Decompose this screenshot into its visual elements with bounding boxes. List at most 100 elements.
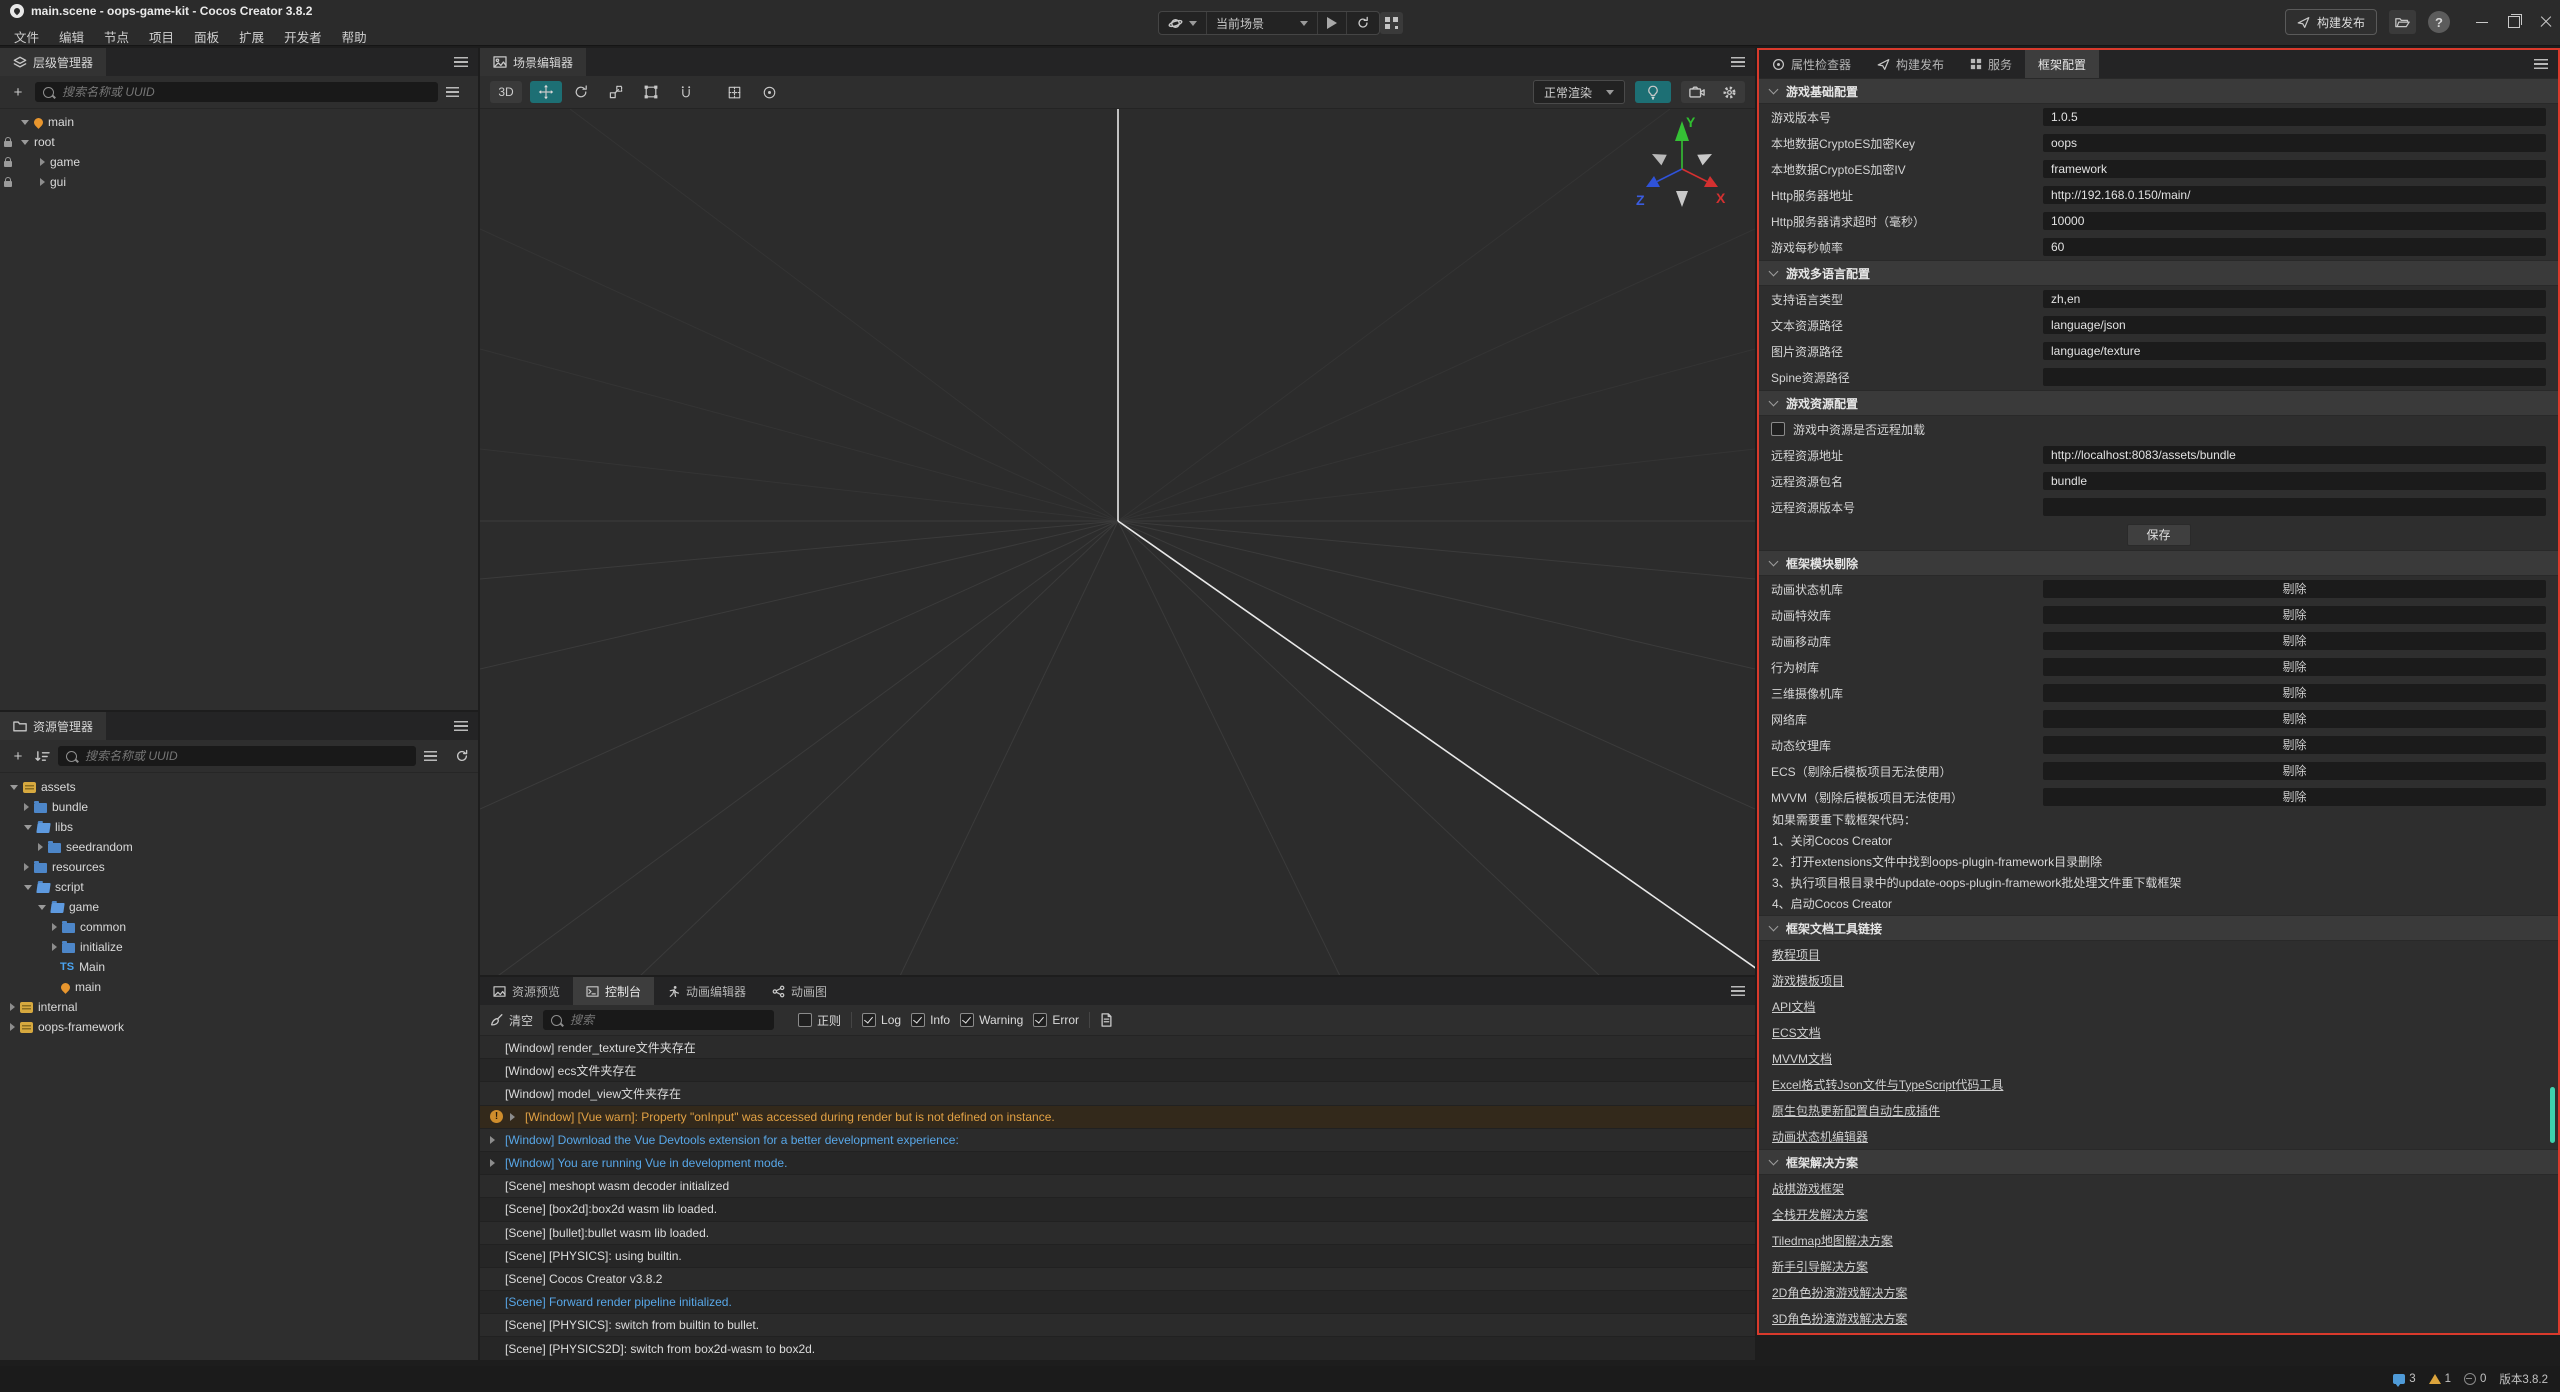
checkbox-checked-icon[interactable] <box>960 1013 974 1027</box>
log-row[interactable]: [Scene] [box2d]:box2d wasm lib loaded. <box>480 1198 1755 1221</box>
chevron-down-icon[interactable] <box>24 885 32 890</box>
filter-warning-checkbox[interactable]: Warning <box>960 1013 1023 1027</box>
section-resource-config[interactable]: 游戏资源配置 <box>1759 390 2558 416</box>
warning-counter[interactable]: 1 <box>2429 1373 2451 1385</box>
chevron-right-icon[interactable] <box>24 863 29 871</box>
scene-camera-button[interactable] <box>1681 81 1713 103</box>
scrollbar-thumb[interactable] <box>2550 1087 2555 1143</box>
asset-node-bundle[interactable]: bundle <box>0 797 478 817</box>
scene-settings-button[interactable] <box>1713 81 1745 103</box>
solution-link[interactable]: 3D角色扮演游戏解决方案 <box>1772 1310 1907 1327</box>
chevron-right-icon[interactable] <box>40 178 45 186</box>
chevron-down-icon[interactable] <box>38 905 46 910</box>
doc-link[interactable]: 原生包热更新配置自动生成插件 <box>1772 1102 1940 1119</box>
tree-node-main[interactable]: main <box>0 112 478 132</box>
tab-animation-editor[interactable]: 动画编辑器 <box>654 977 759 1005</box>
rect-tool-button[interactable] <box>635 81 667 103</box>
scene-menu-icon[interactable] <box>1731 57 1745 67</box>
console-search-box[interactable] <box>543 1010 774 1030</box>
asset-node-resources[interactable]: resources <box>0 857 478 877</box>
remote-load-checkbox[interactable]: 游戏中资源是否远程加载 <box>1759 416 2558 442</box>
message-counter[interactable]: 3 <box>2393 1373 2415 1385</box>
doc-link[interactable]: 动画状态机编辑器 <box>1772 1128 1868 1145</box>
chevron-right-icon[interactable] <box>24 803 29 811</box>
hierarchy-search-input[interactable] <box>60 84 430 100</box>
asset-node-script[interactable]: script <box>0 877 478 897</box>
save-button[interactable]: 保存 <box>2127 524 2191 546</box>
open-project-folder-button[interactable] <box>2389 10 2416 34</box>
lock-icon[interactable] <box>0 158 16 167</box>
remove-button[interactable]: 剔除 <box>2043 684 2546 702</box>
play-button[interactable] <box>1318 12 1347 34</box>
log-row[interactable]: [Scene] [PHYSICS]: using builtin. <box>480 1245 1755 1268</box>
dimension-toggle-button[interactable]: 3D <box>490 81 522 103</box>
tab-console[interactable]: 控制台 <box>573 977 654 1005</box>
chevron-right-icon[interactable] <box>40 158 45 166</box>
scene-select[interactable]: 当前场景 <box>1207 12 1318 34</box>
checkbox-checked-icon[interactable] <box>1033 1013 1047 1027</box>
minimize-icon[interactable] <box>2476 22 2488 23</box>
section-game-base-config[interactable]: 游戏基础配置 <box>1759 78 2558 104</box>
log-row[interactable]: [Scene] [PHYSICS2D]: switch from box2d-w… <box>480 1337 1755 1360</box>
field-input[interactable]: zh,en <box>2043 290 2546 308</box>
scene-viewport[interactable]: Y X Z <box>480 109 1755 975</box>
scale-tool-button[interactable] <box>600 81 632 103</box>
solution-link[interactable]: Tiledmap地图解决方案 <box>1772 1232 1893 1249</box>
chevron-down-icon[interactable] <box>21 120 29 125</box>
remove-button[interactable]: 剔除 <box>2043 632 2546 650</box>
checkbox-checked-icon[interactable] <box>862 1013 876 1027</box>
regex-checkbox[interactable]: 正则 <box>798 1012 841 1029</box>
field-input[interactable]: language/texture <box>2043 342 2546 360</box>
asset-node-internal[interactable]: internal <box>0 997 478 1017</box>
light-toggle-button[interactable] <box>1635 81 1671 103</box>
tab-build[interactable]: 构建发布 <box>1864 50 1957 78</box>
field-input[interactable]: 10000 <box>2043 212 2546 230</box>
tab-asset-preview[interactable]: 资源预览 <box>480 977 573 1005</box>
lock-icon[interactable] <box>0 138 16 147</box>
chevron-right-icon[interactable] <box>52 943 57 951</box>
chevron-right-icon[interactable] <box>490 1136 495 1144</box>
filter-icon[interactable] <box>424 751 437 761</box>
error-counter[interactable]: 0 <box>2464 1373 2486 1385</box>
remove-button[interactable]: 剔除 <box>2043 606 2546 624</box>
doc-link[interactable]: ECS文档 <box>1772 1024 1821 1041</box>
asset-node-main-scene[interactable]: main <box>0 977 478 997</box>
asset-node-oops-framework[interactable]: oops-framework <box>0 1017 478 1037</box>
log-row[interactable]: [Scene] [bullet]:bullet wasm lib loaded. <box>480 1222 1755 1245</box>
create-asset-button[interactable] <box>9 747 27 765</box>
help-button[interactable] <box>2428 11 2450 33</box>
tree-node-game[interactable]: game <box>0 152 478 172</box>
solution-link[interactable]: 战棋游戏框架 <box>1772 1180 1844 1197</box>
section-i18n-config[interactable]: 游戏多语言配置 <box>1759 260 2558 286</box>
ui-transform-tool-button[interactable] <box>670 81 702 103</box>
field-input[interactable] <box>2043 498 2546 516</box>
log-row[interactable]: [Window] render_texture文件夹存在 <box>480 1036 1755 1059</box>
checkbox-icon[interactable] <box>1771 422 1785 436</box>
tree-node-gui[interactable]: gui <box>0 172 478 192</box>
doc-link[interactable]: API文档 <box>1772 998 1815 1015</box>
reload-button[interactable] <box>1347 12 1379 34</box>
tab-framework-config[interactable]: 框架配置 <box>2025 50 2099 78</box>
tab-inspector[interactable]: 属性检查器 <box>1759 50 1864 78</box>
filter-icon[interactable] <box>446 87 459 97</box>
chevron-right-icon[interactable] <box>490 1159 495 1167</box>
restore-icon[interactable] <box>2508 16 2520 28</box>
field-input[interactable]: 60 <box>2043 238 2546 256</box>
lock-icon[interactable] <box>0 178 16 187</box>
doc-link[interactable]: 游戏模板项目 <box>1772 972 1844 989</box>
chevron-down-icon[interactable] <box>24 825 32 830</box>
tab-hierarchy[interactable]: 层级管理器 <box>0 48 106 76</box>
asset-node-ts-main[interactable]: TS Main <box>0 957 478 977</box>
open-log-file-icon[interactable] <box>1100 1013 1113 1027</box>
gizmo-pivot-button[interactable] <box>718 81 750 103</box>
inspector-menu-icon[interactable] <box>2534 59 2548 69</box>
section-doc-links[interactable]: 框架文档工具链接 <box>1759 915 2558 941</box>
asset-node-assets[interactable]: assets <box>0 777 478 797</box>
sort-icon[interactable] <box>35 750 50 763</box>
log-row[interactable]: [Scene] Cocos Creator v3.8.2 <box>480 1268 1755 1291</box>
checkbox-checked-icon[interactable] <box>911 1013 925 1027</box>
solution-link[interactable]: 2D角色扮演游戏解决方案 <box>1772 1284 1907 1301</box>
log-row-blue[interactable]: [Scene] Forward render pipeline initiali… <box>480 1291 1755 1314</box>
log-row-info[interactable]: [Window] Download the Vue Devtools exten… <box>480 1129 1755 1152</box>
field-input[interactable]: oops <box>2043 134 2546 152</box>
